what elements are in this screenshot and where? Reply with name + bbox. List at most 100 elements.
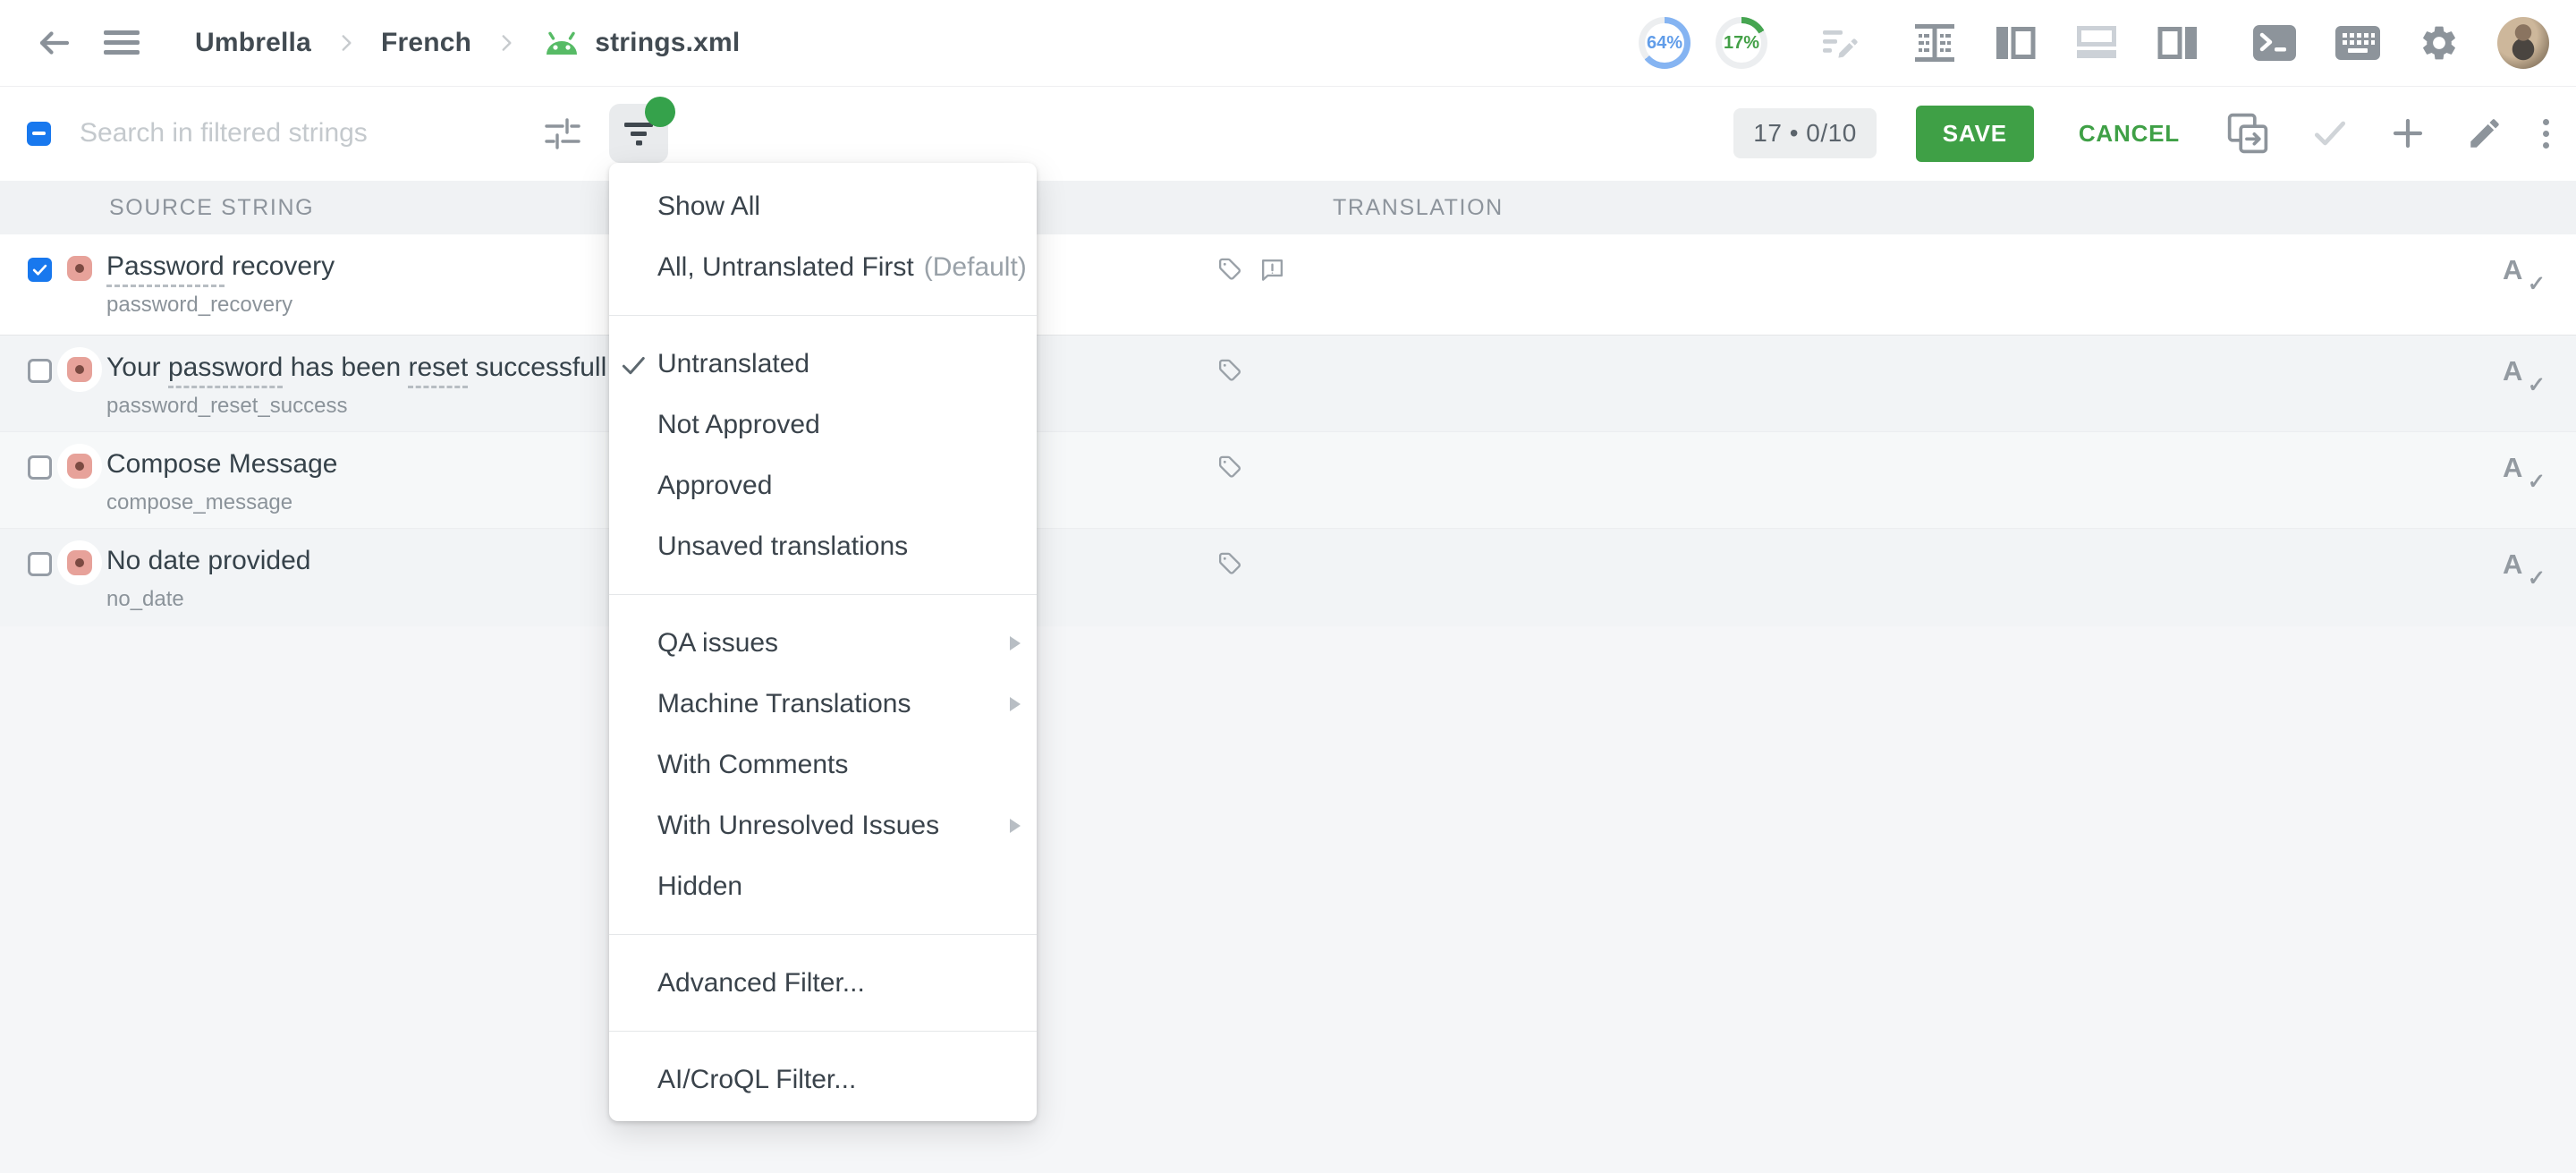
untranslated-status-icon [67,256,92,281]
string-key: password_reset_success [106,394,606,419]
row-indicators [1216,256,1286,284]
keyboard-shortcuts-icon[interactable] [2334,25,2381,61]
menu-divider [609,934,1037,935]
add-string-icon[interactable] [2389,115,2427,152]
filter-active-badge [645,97,675,127]
string-key: compose_message [106,490,337,515]
row-indicators [1216,550,1244,578]
source-string-text: No date provided [106,546,311,576]
hamburger-menu-icon[interactable] [104,29,140,57]
breadcrumb: Umbrella French strings.xml [195,28,740,58]
android-file-icon [541,28,582,58]
menu-item-not-approved[interactable]: Not Approved [609,395,1037,455]
breadcrumb-project[interactable]: Umbrella [195,28,311,58]
breadcrumb-file-label: strings.xml [595,28,740,58]
menu-item-qa-issues[interactable]: QA issues [609,613,1037,674]
row-checkbox-checked[interactable] [28,258,52,282]
status-halo [57,246,102,291]
menu-item-show-all[interactable]: Show All [609,176,1037,237]
tag-icon [1216,256,1244,284]
status-halo [57,347,102,392]
breadcrumb-file[interactable]: strings.xml [541,28,740,58]
breadcrumb-language[interactable]: French [381,28,471,58]
approved-progress-label: 17% [1716,17,1767,69]
source-cell: Password recovery password_recovery [106,251,335,318]
strings-toolbar: 17 • 0/10 SAVE CANCEL [0,86,2576,181]
source-string-column-header: SOURCE STRING [109,181,314,234]
spellcheck-icon: A✓ [2503,452,2538,488]
status-halo [57,444,102,489]
table-row[interactable]: No date provided no_date A✓ [0,529,2576,626]
translated-progress-ring[interactable]: 64% [1639,17,1690,69]
menu-item-ai-croql-filter[interactable]: AI/CroQL Filter... [609,1050,1037,1110]
filter-button[interactable] [609,104,668,163]
back-arrow-icon[interactable] [36,24,73,62]
tag-icon [1216,454,1244,481]
top-bar-right: 64% 17% [1639,17,2549,69]
strings-counter: 17 • 0/10 [1733,108,1877,158]
right-panel-layout-icon[interactable] [2156,24,2199,62]
approved-progress-ring[interactable]: 17% [1716,17,1767,69]
row-checkbox[interactable] [28,455,52,480]
menu-item-all-untranslated-first[interactable]: All, Untranslated First (Default) [609,237,1037,298]
top-bar-left: Umbrella French strings.xml [36,24,740,62]
side-by-side-mode-icon[interactable] [1912,22,1957,64]
submenu-arrow-icon [1010,697,1021,711]
menu-item-hidden[interactable]: Hidden [609,856,1037,917]
copy-source-icon[interactable] [2224,110,2271,157]
bottom-panel-layout-icon[interactable] [2075,24,2118,62]
tune-filters-icon[interactable] [541,113,582,154]
source-cell: No date provided no_date [106,546,311,612]
menu-item-unsaved-translations[interactable]: Unsaved translations [609,516,1037,577]
menu-item-with-comments[interactable]: With Comments [609,735,1037,795]
untranslated-status-icon [67,454,92,479]
row-indicators [1216,454,1244,481]
search-input[interactable] [78,117,529,149]
left-panel-layout-icon[interactable] [1995,24,2038,62]
user-avatar[interactable] [2497,17,2549,69]
menu-item-untranslated[interactable]: Untranslated [609,334,1037,395]
approve-check-icon[interactable] [2310,114,2350,153]
source-cell: Your password has been reset successfull… [106,353,606,419]
edit-list-icon[interactable] [1818,21,1860,64]
submenu-arrow-icon [1010,819,1021,833]
comment-issue-icon [1258,256,1286,284]
table-header: SOURCE STRING TRANSLATION [0,181,2576,234]
spellcheck-icon: A✓ [2503,254,2538,290]
table-row[interactable]: Your password has been reset successfull… [0,336,2576,432]
menu-item-approved[interactable]: Approved [609,455,1037,516]
row-checkbox[interactable] [28,359,52,383]
translated-progress-label: 64% [1639,17,1690,69]
edit-pencil-icon[interactable] [2466,115,2504,152]
source-string-text: Password recovery [106,251,335,282]
toolbar-right: 17 • 0/10 SAVE CANCEL [1733,106,2549,162]
console-icon[interactable] [2252,24,2297,62]
spellcheck-icon: A✓ [2503,548,2538,584]
select-all-checkbox[interactable] [27,122,51,146]
row-checkbox[interactable] [28,552,52,576]
save-button[interactable]: SAVE [1916,106,2034,162]
menu-item-advanced-filter[interactable]: Advanced Filter... [609,953,1037,1014]
settings-gear-icon[interactable] [2419,22,2460,64]
table-row[interactable]: Compose Message compose_message A✓ [0,432,2576,529]
spellcheck-icon: A✓ [2503,355,2538,391]
string-key: no_date [106,587,311,612]
menu-item-machine-translations[interactable]: Machine Translations [609,674,1037,735]
empty-area [0,626,2576,1173]
cancel-button[interactable]: CANCEL [2073,119,2185,149]
menu-item-with-unresolved-issues[interactable]: With Unresolved Issues [609,795,1037,856]
filter-dropdown-menu: Show All All, Untranslated First (Defaul… [609,163,1037,1121]
translation-column-header: TRANSLATION [1333,181,1504,234]
menu-divider [609,315,1037,316]
default-suffix: (Default) [924,252,1027,283]
source-cell: Compose Message compose_message [106,449,337,515]
top-bar: Umbrella French strings.xml 64% [0,0,2576,86]
table-row[interactable]: Password recovery password_recovery A✓ [0,234,2576,336]
string-key: password_recovery [106,293,335,318]
menu-divider [609,1031,1037,1032]
chevron-right-icon [495,31,518,55]
submenu-arrow-icon [1010,636,1021,650]
untranslated-status-icon [67,357,92,382]
kebab-menu-icon[interactable] [2543,119,2549,149]
indeterminate-mark [32,132,46,135]
